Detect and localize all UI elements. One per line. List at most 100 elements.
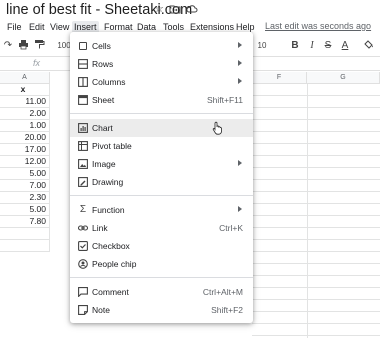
table-cell[interactable]: 20.00: [0, 132, 50, 144]
image-icon: [78, 159, 88, 169]
last-edit-link[interactable]: Last edit was seconds ago: [265, 21, 371, 31]
menu-item-rows[interactable]: Rows: [70, 55, 253, 73]
menu-separator: [70, 277, 253, 278]
menu-edit[interactable]: Edit: [27, 21, 47, 34]
grid-row-line: [252, 132, 380, 144]
grid-row-line: [252, 240, 380, 252]
redo-icon[interactable]: ↷: [2, 39, 14, 53]
insert-menu: Cells Rows Columns Sheet Shift+F11 Chart: [70, 32, 253, 323]
hand-cursor-icon: [212, 121, 224, 135]
table-cell[interactable]: 2.00: [0, 108, 50, 120]
menu-item-cells[interactable]: Cells: [70, 37, 253, 55]
grid-row-line: [252, 120, 380, 132]
name-box[interactable]: [0, 58, 22, 70]
menu-file[interactable]: File: [5, 21, 24, 34]
sheet-grid: x 11.00 2.00 1.00 20.00 17.00 12.00 5.00…: [0, 84, 50, 252]
table-cell[interactable]: [0, 240, 50, 252]
people-chip-icon: [78, 259, 88, 269]
print-icon[interactable]: [17, 39, 29, 53]
column-header-g[interactable]: G: [307, 72, 380, 84]
table-cell[interactable]: [0, 228, 50, 240]
column-header-a[interactable]: A: [0, 72, 50, 84]
star-icon[interactable]: ☆: [153, 3, 165, 15]
grid-row-line: [252, 300, 380, 312]
sheet-icon: [78, 95, 88, 105]
table-cell[interactable]: 17.00: [0, 144, 50, 156]
menu-item-shortcut: Ctrl+K: [219, 223, 243, 233]
menu-item-label: Chart: [92, 123, 113, 133]
table-cell[interactable]: 7.80: [0, 216, 50, 228]
menu-item-people-chip[interactable]: People chip: [70, 255, 253, 273]
italic-button[interactable]: I: [307, 39, 317, 53]
menu-item-function[interactable]: Σ Function: [70, 201, 253, 219]
menu-item-label: People chip: [92, 259, 137, 269]
table-cell[interactable]: 12.00: [0, 156, 50, 168]
menu-item-image[interactable]: Image: [70, 155, 253, 173]
grid-row-line: [252, 204, 380, 216]
menu-item-columns[interactable]: Columns: [70, 73, 253, 91]
menu-item-label: Image: [92, 159, 116, 169]
menu-item-label: Checkbox: [92, 241, 130, 251]
cloud-status-icon[interactable]: [186, 3, 198, 15]
table-header-cell[interactable]: x: [0, 84, 50, 96]
menu-item-label: Sheet: [92, 95, 115, 105]
menu-item-shortcut: Shift+F2: [211, 305, 243, 315]
strikethrough-button[interactable]: S: [323, 39, 333, 53]
grid-row-line: [252, 312, 380, 324]
menu-item-label: Pivot table: [92, 141, 132, 151]
menu-item-link[interactable]: Link Ctrl+K: [70, 219, 253, 237]
menu-item-comment[interactable]: Comment Ctrl+Alt+M: [70, 283, 253, 301]
menu-separator: [70, 113, 253, 114]
column-header-f[interactable]: F: [252, 72, 307, 84]
menu-item-label: Link: [92, 223, 108, 233]
grid-row-line: [252, 228, 380, 240]
text-color-button[interactable]: A: [340, 39, 350, 53]
grid-row-line: [252, 156, 380, 168]
fill-color-icon[interactable]: [362, 39, 374, 53]
function-sigma-icon: Σ: [79, 204, 87, 215]
submenu-arrow-icon: [238, 160, 242, 166]
zoom-select[interactable]: 100: [57, 39, 71, 53]
font-size-field[interactable]: 10: [256, 39, 268, 53]
menu-item-shortcut: Ctrl+Alt+M: [202, 287, 243, 297]
columns-icon: [78, 77, 88, 87]
grid-row-line: [252, 168, 380, 180]
grid-row-line: [252, 324, 380, 336]
menu-item-drawing[interactable]: Drawing: [70, 173, 253, 191]
menu-item-label: Drawing: [92, 177, 124, 187]
note-icon: [78, 305, 88, 315]
cells-icon: [79, 42, 87, 50]
menu-item-label: Note: [92, 305, 110, 315]
submenu-arrow-icon: [238, 60, 242, 66]
menu-item-sheet[interactable]: Sheet Shift+F11: [70, 91, 253, 109]
paint-format-icon[interactable]: [33, 39, 45, 53]
grid-row-line: [252, 84, 380, 96]
move-folder-icon[interactable]: [169, 3, 181, 15]
grid-row-line: [252, 252, 380, 264]
menu-item-label: Comment: [92, 287, 129, 297]
table-cell[interactable]: 5.00: [0, 168, 50, 180]
table-cell[interactable]: 1.00: [0, 120, 50, 132]
menu-item-checkbox[interactable]: Checkbox: [70, 237, 253, 255]
table-cell[interactable]: 5.00: [0, 204, 50, 216]
chart-icon: [78, 123, 88, 133]
link-icon: [77, 223, 89, 233]
grid-row-line: [252, 144, 380, 156]
pivot-table-icon: [78, 141, 88, 151]
table-cell[interactable]: 11.00: [0, 96, 50, 108]
title-bar: line of best fit - Sheetaki.com ☆: [0, 0, 380, 20]
grid-row-line: [252, 192, 380, 204]
bold-button[interactable]: B: [290, 39, 300, 53]
menu-item-note[interactable]: Note Shift+F2: [70, 301, 253, 319]
menu-item-label: Columns: [92, 77, 126, 87]
table-cell[interactable]: 7.00: [0, 180, 50, 192]
submenu-arrow-icon: [238, 42, 242, 48]
menu-item-chart[interactable]: Chart: [70, 119, 253, 137]
submenu-arrow-icon: [238, 78, 242, 84]
table-cell[interactable]: 2.30: [0, 192, 50, 204]
menu-item-pivot-table[interactable]: Pivot table: [70, 137, 253, 155]
submenu-arrow-icon: [238, 206, 242, 212]
menu-item-shortcut: Shift+F11: [207, 95, 243, 105]
grid-row-line: [252, 180, 380, 192]
menu-view[interactable]: View: [48, 21, 71, 34]
